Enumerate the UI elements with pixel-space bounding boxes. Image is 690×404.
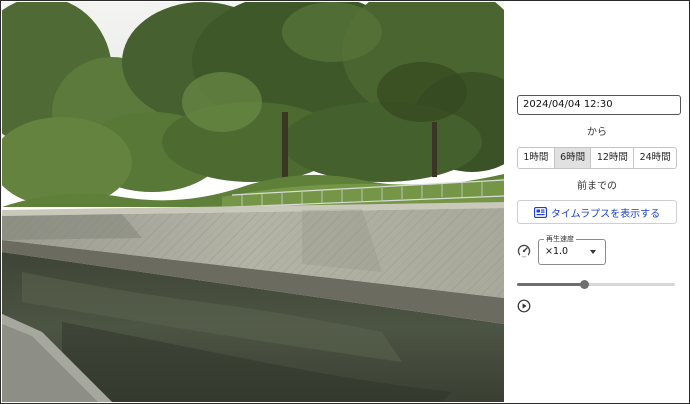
from-label: から	[587, 127, 607, 138]
playback-speed-value: ×1.0	[545, 246, 569, 257]
playback-speed-select[interactable]: 再生速度 ×1.0	[538, 234, 606, 265]
playback-speed-legend: 再生速度	[544, 234, 576, 244]
show-timelapse-button[interactable]: タイムラプスを表示する	[517, 200, 677, 224]
datetime-input[interactable]: 2024/04/04 12:30	[517, 95, 681, 115]
before-label: 前までの	[577, 181, 617, 192]
timelapse-panel: 2024/04/04 12:30 から 1時間 6時間 12時間 24時間 前ま…	[505, 1, 689, 403]
duration-1h-button[interactable]: 1時間	[518, 148, 555, 168]
show-timelapse-label: タイムラプスを表示する	[550, 208, 661, 220]
duration-6h-button[interactable]: 6時間	[554, 148, 592, 168]
duration-24h-button[interactable]: 24時間	[634, 148, 676, 168]
camera-viewer: 2024/04/04 12:30 から 1時間 6時間 12時間 24時間 前ま…	[0, 0, 690, 404]
speedometer-icon	[517, 243, 531, 258]
chevron-down-icon	[590, 250, 596, 254]
slideshow-icon	[533, 206, 547, 218]
camera-image	[2, 2, 504, 402]
playback-slider[interactable]	[517, 280, 675, 290]
slider-thumb[interactable]	[580, 280, 590, 289]
play-circle-icon[interactable]	[517, 298, 531, 313]
duration-12h-button[interactable]: 12時間	[591, 148, 635, 168]
slider-fill	[517, 283, 585, 286]
duration-toggle-group: 1時間 6時間 12時間 24時間	[517, 147, 677, 169]
